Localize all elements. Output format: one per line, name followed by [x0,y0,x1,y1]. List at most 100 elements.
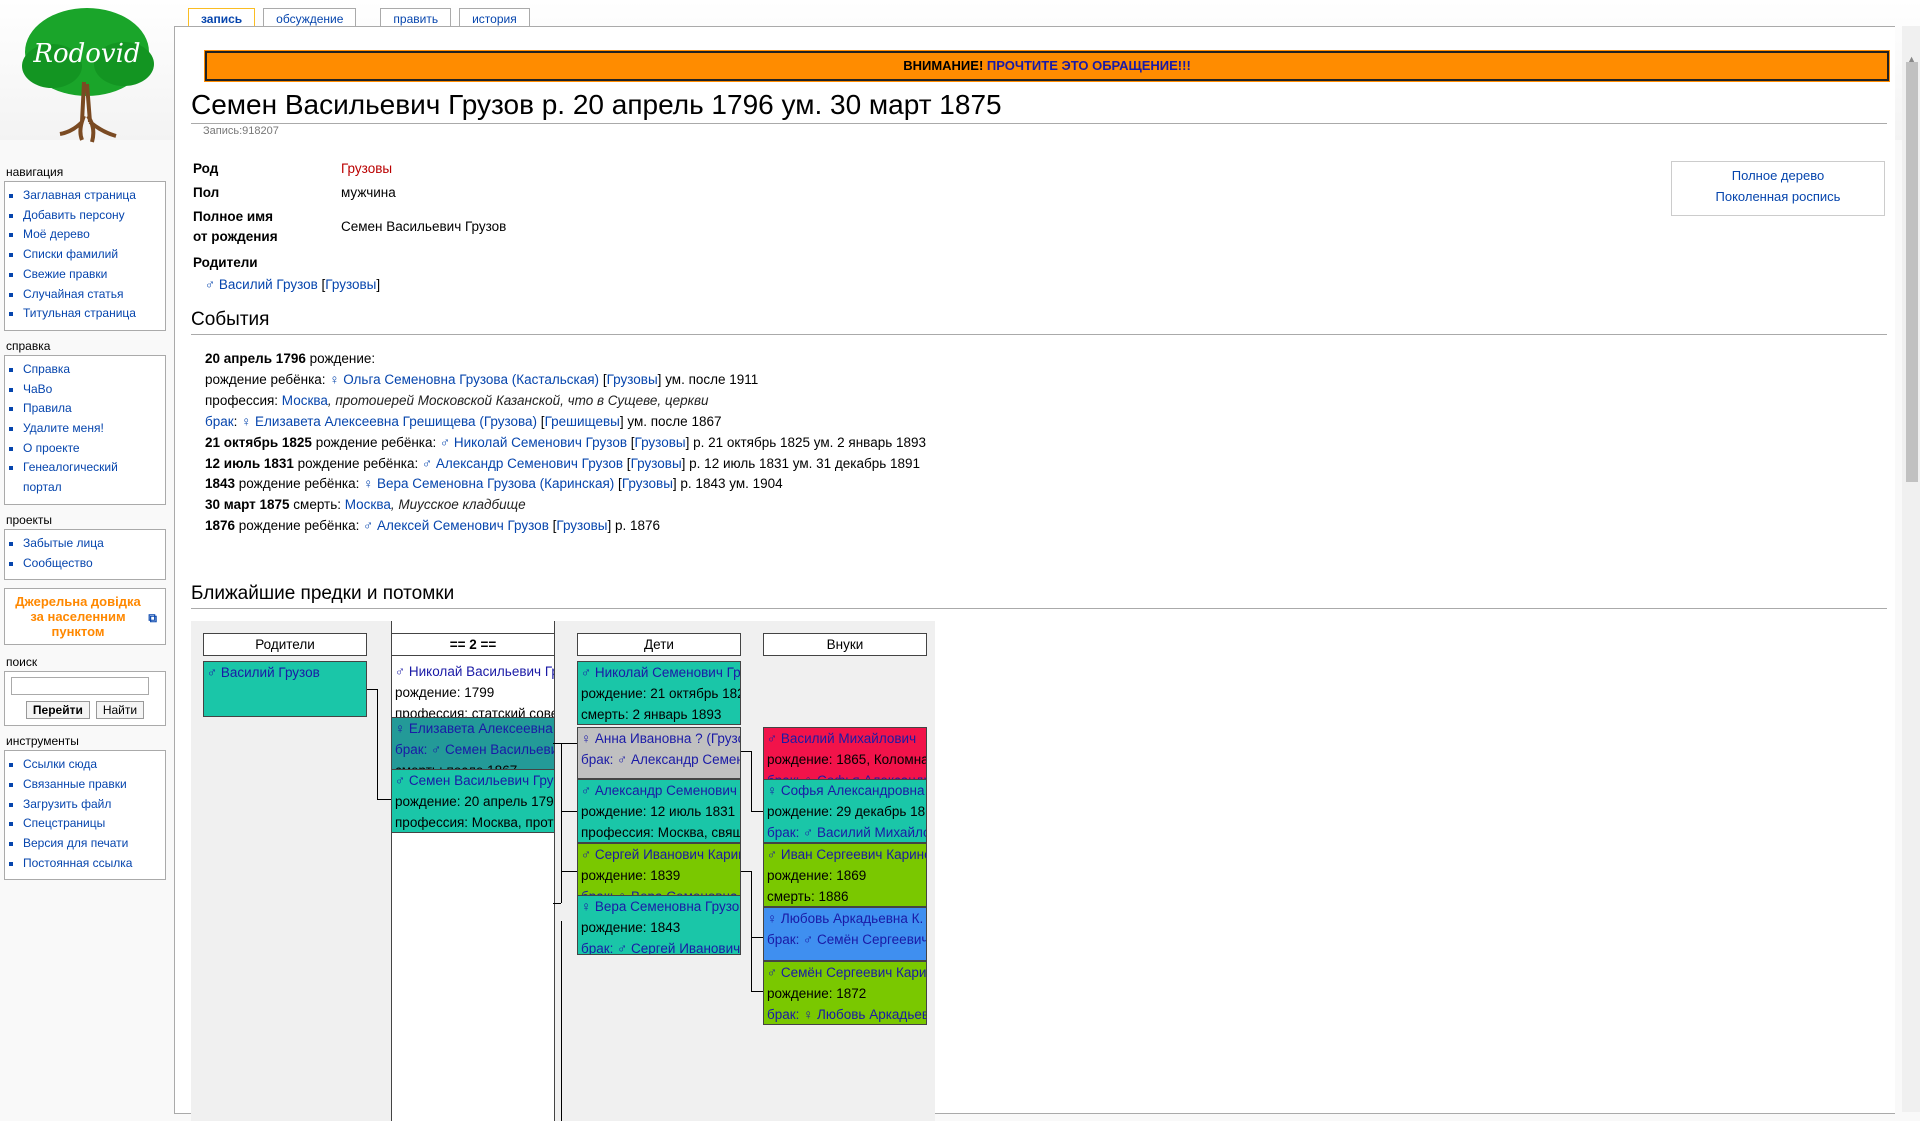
event-clan-link[interactable]: Грузовы [635,435,686,450]
tools-upload-file[interactable]: Загрузить файл [23,795,163,815]
grandchild-box[interactable]: ♀ Любовь Аркадьевна К. брак: ♂ Семён Серг… [763,907,927,961]
event-clan-link[interactable]: Грешищевы [545,414,620,429]
event-person-link[interactable]: ♀ Елизавета Алексеевна Грешищева (Грузов… [241,414,537,429]
box-line: ♂ Александр Семенович Грузов [581,783,740,798]
nav-random-article[interactable]: Случайная статья [23,285,163,305]
tree-links-box: Полное дерево Поколенная роспись [1671,161,1885,216]
nav-heading: навигация [6,165,64,179]
event-text: рождение ребёнка: [235,518,364,534]
box-line: брак: ♂ Василий Михайлович [767,825,926,840]
box-line: рождение: 1865, Коломна [767,752,927,767]
child-box[interactable]: ♀ Анна Ивановна ? (Грузова) брак: ♂ Алекс… [577,727,741,779]
help-portlet: справка Справка ЧаВо Правила Удалите мен… [0,339,168,505]
grandchild-box[interactable]: ♂ Иван Сергеевич Каринский рождение: 1869… [763,843,927,907]
mid-box[interactable]: ♂ Семен Васильевич Грузов рождение: 20 ап… [391,769,555,833]
nav-main-page[interactable]: Заглавная страница [23,186,163,206]
connector-line [561,743,562,903]
grandchild-box[interactable]: ♀ Софья Александровна рождение: 29 декабр… [763,779,927,843]
event-person-link[interactable]: ♂ Александр Семенович Грузов [422,456,623,471]
event-person-link[interactable]: ♂ Николай Семенович Грузов [440,435,627,450]
search-find-button[interactable]: Найти [95,701,145,720]
connector-line [561,921,562,1121]
search-go-button[interactable]: Перейти [25,701,90,720]
nav-portlet: навигация Заглавная страница Добавить пе… [0,165,168,331]
box-line: рождение: 12 июль 1831 [581,804,736,819]
event-marriage-link[interactable]: брак [205,414,234,429]
help-rules[interactable]: Правила [23,399,163,419]
help-genealogy-portal[interactable]: Генеалогическийпортал [23,458,163,497]
search-input[interactable] [11,677,149,696]
scrollbar-thumb[interactable] [1906,62,1918,482]
parent-link[interactable]: Василий Грузов [219,277,318,292]
tools-what-links-here[interactable]: Ссылки сюда [23,755,163,775]
box-line: ♂ Сергей Иванович Каринский [581,847,740,862]
box-line: ♂ Иван Сергеевич Каринский [767,847,926,862]
help-remove-me[interactable]: Удалите меня! [23,419,163,439]
tools-permalink[interactable]: Постоянная ссылка [23,854,163,874]
event-clan-link[interactable]: Грузовы [622,476,673,491]
event-person-link[interactable]: ♂ Алексей Семенович Грузов [363,518,549,533]
event-text: рождение ребёнка: [235,476,364,492]
box-line: профессия: Москва, протоиерей [395,815,554,830]
event-note: , протоиерей Московской Казанской, что в… [327,392,709,408]
event-clan-link[interactable]: Грузовы [607,372,658,387]
projects-portlet: проекты Забытые лица Сообщество [0,513,168,581]
projects-community[interactable]: Сообщество [23,554,163,574]
nav-my-tree[interactable]: Моё дерево [23,225,163,245]
site-notice: ВНИМАНИЕ! ПРОЧТИТЕ ЭТО ОБРАЩЕНИЕ!!! [204,50,1890,82]
tools-special-pages[interactable]: Спецстраницы [23,814,163,834]
generations-link[interactable]: Поколенная роспись [1672,186,1884,207]
connector-line [561,871,577,872]
nav-recent-changes[interactable]: Свежие правки [23,265,163,285]
search-heading: поиск [6,655,38,670]
tools-portlet: инструменты Ссылки сюда Связанные правки… [0,734,168,881]
tools-related-changes[interactable]: Связанные правки [23,775,163,795]
event-person-link[interactable]: Москва [282,393,328,408]
rodovid-logo[interactable]: Rodovid [12,4,162,144]
child-box[interactable]: ♂ Александр Семенович Грузов рождение: 12… [577,779,741,843]
col-header-grandchildren: Внуки [763,633,927,656]
box-line: брак: ♂ Семен Васильевич Грузов [395,742,554,757]
nav-add-person[interactable]: Добавить персону [23,206,163,226]
event-line: брак: ♀ Елизавета Алексеевна Грешищева (… [205,413,722,429]
nav-title-page[interactable]: Титульная страница [23,304,163,324]
full-tree-link[interactable]: Полное дерево [1672,165,1884,186]
connector-line [741,871,751,872]
event-clan-link[interactable]: Грузовы [556,518,607,533]
vertical-scrollbar[interactable]: ▲ [1902,26,1920,1112]
notice-link[interactable]: ПРОЧТИТЕ ЭТО ОБРАЩЕНИЕ!!! [987,58,1191,73]
event-person-link[interactable]: ♀ Вера Семеновна Грузова (Каринская) [363,476,614,491]
col-header-children: Дети [577,633,741,656]
nav-surname-lists[interactable]: Списки фамилий [23,245,163,265]
event-line: рождение ребёнка: ♀ Ольга Семеновна Груз… [205,371,759,387]
box-line: смерть: 1886 [767,889,849,904]
rod-value[interactable]: Грузовы [341,161,392,176]
projects-forgotten-faces[interactable]: Забытые лица [23,534,163,554]
child-box[interactable]: ♂ Николай Семенович Грузов рождение: 21 о… [577,661,741,725]
event-text: рождение ребёнка: [205,371,330,387]
parent-box[interactable]: ♂ Василий Грузов [203,661,367,717]
parent-clan-link[interactable]: Грузовы [325,277,376,292]
tools-printable[interactable]: Версия для печати [23,834,163,854]
box-line: рождение: 29 декабрь 1866 [767,804,927,819]
connector-line [553,903,561,904]
help-heading: справка [6,338,51,353]
connector-line [561,743,577,744]
box-line: рождение: 1872 [767,986,867,1001]
child-box[interactable]: ♀ Вера Семеновна Грузова рождение: 1843 бр… [577,895,741,955]
help-help[interactable]: Справка [23,360,163,380]
help-faq[interactable]: ЧаВо [23,380,163,400]
grandchild-box[interactable]: ♂ Семён Сергеевич Каринский рождение: 187… [763,961,927,1025]
event-text: смерть: [289,497,345,513]
mid-box[interactable]: ♂ Николай Васильевич Грузов рождение: 179… [391,661,555,725]
event-person-link[interactable]: Москва [345,497,391,512]
event-clan-link[interactable]: Грузовы [631,456,682,471]
box-line: рождение: 21 октябрь 1825 [581,686,741,701]
sex-label: Пол [193,185,220,200]
box-line: ♂ Николай Семенович Грузов [581,665,741,680]
tools-heading: инструменты [6,734,79,749]
special-banner[interactable]: Джерельна довідка за населенним пунктом … [4,588,166,646]
help-about[interactable]: О проекте [23,439,163,459]
event-person-link[interactable]: ♀ Ольга Семеновна Грузова (Кастальская) [329,372,599,387]
diagram-heading: Ближайшие предки и потомки [191,583,1887,609]
